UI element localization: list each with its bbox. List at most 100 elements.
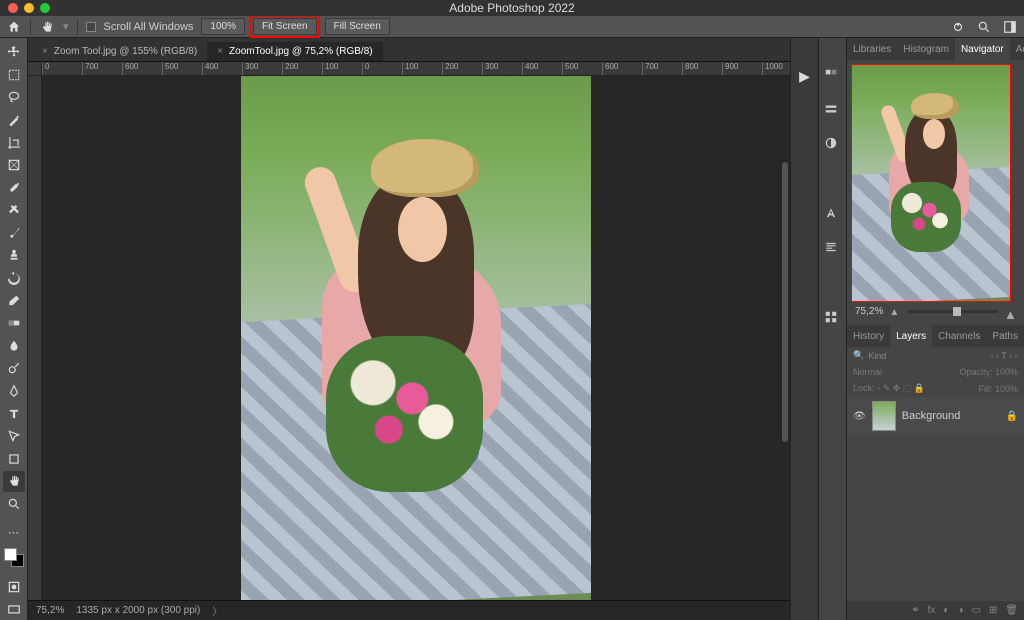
shape-tool-icon[interactable] — [3, 448, 25, 469]
swatches-panel-icon[interactable] — [824, 102, 842, 120]
scroll-all-checkbox[interactable] — [86, 22, 96, 32]
history-tab[interactable]: History — [847, 325, 890, 347]
lock-icon[interactable]: 🔒 — [1006, 411, 1018, 422]
mask-icon[interactable]: ◐ — [943, 605, 949, 616]
link-layers-icon[interactable]: ⚭ — [911, 605, 919, 616]
type-tool-icon[interactable] — [3, 403, 25, 424]
opacity-field[interactable]: 100% — [995, 367, 1018, 377]
document-tab-2[interactable]: × ZoomTool.jpg @ 75,2% (RGB/8) — [207, 42, 382, 61]
minimize-window-button[interactable] — [24, 3, 34, 13]
tab-label: ZoomTool.jpg @ 75,2% (RGB/8) — [229, 46, 373, 57]
navigator-tabs: Libraries Histogram Navigator Adjustm — [847, 38, 1024, 60]
group-icon[interactable]: ▭ — [971, 605, 980, 616]
adjustments-tab[interactable]: Adjustm — [1010, 38, 1024, 60]
marquee-tool-icon[interactable] — [3, 65, 25, 86]
frame-tool-icon[interactable] — [3, 155, 25, 176]
character-panel-icon[interactable] — [824, 206, 842, 224]
crop-tool-icon[interactable] — [3, 132, 25, 153]
layer-row[interactable]: 👁 Background 🔒 — [847, 397, 1024, 435]
brush-tool-icon[interactable] — [3, 223, 25, 244]
color-panel-icon[interactable] — [824, 68, 842, 86]
channels-tab[interactable]: Channels — [932, 325, 986, 347]
screenmode-icon[interactable] — [3, 599, 25, 620]
blend-mode-select[interactable]: Normal — [853, 367, 882, 377]
search-icon[interactable] — [976, 19, 992, 35]
zoom-tool-icon[interactable] — [3, 494, 25, 515]
layers-panel: 🔍Kind ▫ ▫ T ▫ ▫ Normal Opacity: 100% Loc… — [847, 347, 1024, 620]
adjustments-panel-icon[interactable] — [824, 136, 842, 154]
gradient-tool-icon[interactable] — [3, 313, 25, 334]
adjustment-layer-icon[interactable]: ◑ — [957, 605, 963, 616]
layers-tab[interactable]: Layers — [890, 325, 932, 347]
fx-icon[interactable]: fx — [928, 605, 936, 616]
collapsed-panel-dock — [818, 38, 846, 620]
dodge-tool-icon[interactable] — [3, 358, 25, 379]
maximize-window-button[interactable] — [40, 3, 50, 13]
pen-tool-icon[interactable] — [3, 381, 25, 402]
stamp-tool-icon[interactable] — [3, 245, 25, 266]
path-tool-icon[interactable] — [3, 426, 25, 447]
blur-tool-icon[interactable] — [3, 336, 25, 357]
grid-panel-icon[interactable] — [824, 310, 842, 328]
hand-tool-icon[interactable] — [39, 19, 55, 35]
wand-tool-icon[interactable] — [3, 110, 25, 131]
delete-layer-icon[interactable]: 🗑 — [1005, 605, 1018, 616]
zoom-slider[interactable] — [907, 310, 998, 313]
healing-tool-icon[interactable] — [3, 200, 25, 221]
lasso-tool-icon[interactable] — [3, 87, 25, 108]
vertical-scrollbar[interactable] — [782, 162, 788, 442]
app-title: Adobe Photoshop 2022 — [449, 1, 574, 15]
fill-field[interactable]: 100% — [995, 384, 1018, 394]
divider — [77, 19, 78, 35]
quickmask-icon[interactable] — [3, 577, 25, 598]
home-icon[interactable] — [6, 19, 22, 35]
nav-zoom-readout[interactable]: 75,2% — [855, 306, 883, 317]
zoom-in-icon[interactable]: ▲ — [1004, 307, 1016, 317]
edit-toolbar-icon[interactable]: ⋯ — [3, 522, 25, 543]
layers-footer: ⚭ fx ◐ ◑ ▭ ⊞ 🗑 — [847, 601, 1024, 620]
document-image[interactable] — [241, 76, 591, 600]
horizontal-ruler[interactable]: 0700600500400300200100010020030040050060… — [42, 62, 790, 76]
navigator-tab[interactable]: Navigator — [955, 38, 1010, 60]
layer-name[interactable]: Background — [902, 410, 961, 422]
workspace-icon[interactable] — [1002, 19, 1018, 35]
new-layer-icon[interactable]: ⊞ — [989, 605, 997, 616]
close-tab-icon[interactable]: × — [217, 46, 223, 57]
document-tab-1[interactable]: × Zoom Tool.jpg @ 155% (RGB/8) — [32, 42, 207, 61]
close-tab-icon[interactable]: × — [42, 46, 48, 57]
filter-kind-label[interactable]: Kind — [868, 351, 886, 361]
close-window-button[interactable] — [8, 3, 18, 13]
info-arrow-icon[interactable]: 〉 — [212, 603, 222, 618]
vertical-ruler[interactable] — [28, 76, 42, 600]
move-tool-icon[interactable] — [3, 42, 25, 63]
paths-tab[interactable]: Paths — [986, 325, 1024, 347]
layers-tabs: History Layers Channels Paths — [847, 325, 1024, 347]
fit-screen-button[interactable]: Fit Screen — [253, 18, 317, 35]
tab-label: Zoom Tool.jpg @ 155% (RGB/8) — [54, 46, 197, 57]
fill-screen-button[interactable]: Fill Screen — [325, 18, 390, 35]
timeline-dock: ▶ — [790, 38, 818, 620]
zoom-readout[interactable]: 75,2% — [36, 605, 64, 616]
eyedropper-tool-icon[interactable] — [3, 177, 25, 198]
history-brush-icon[interactable] — [3, 268, 25, 289]
histogram-tab[interactable]: Histogram — [897, 38, 955, 60]
zoom-out-icon[interactable]: ▲ — [889, 307, 901, 317]
zoom-100-button[interactable]: 100% — [201, 18, 245, 35]
cloud-icon[interactable] — [950, 19, 966, 35]
canvas-area[interactable]: 0700600500400300200100010020030040050060… — [28, 62, 790, 600]
scroll-all-label: Scroll All Windows — [104, 21, 194, 33]
navigator-thumbnail[interactable] — [851, 64, 1011, 302]
layer-thumbnail[interactable] — [872, 401, 896, 431]
color-swatches[interactable] — [4, 548, 24, 567]
libraries-tab[interactable]: Libraries — [847, 38, 897, 60]
window-titlebar: Adobe Photoshop 2022 — [0, 0, 1024, 16]
eraser-tool-icon[interactable] — [3, 290, 25, 311]
hand-tool-icon[interactable] — [3, 471, 25, 492]
ruler-origin[interactable] — [28, 62, 42, 76]
options-bar: ▾ Scroll All Windows 100% Fit Screen Fil… — [0, 16, 1024, 38]
paragraph-panel-icon[interactable] — [824, 240, 842, 258]
foreground-color-swatch[interactable] — [4, 548, 17, 561]
visibility-toggle-icon[interactable]: 👁 — [853, 411, 866, 422]
doc-info[interactable]: 1335 px x 2000 px (300 ppi) — [76, 605, 200, 616]
play-icon[interactable]: ▶ — [799, 68, 810, 85]
